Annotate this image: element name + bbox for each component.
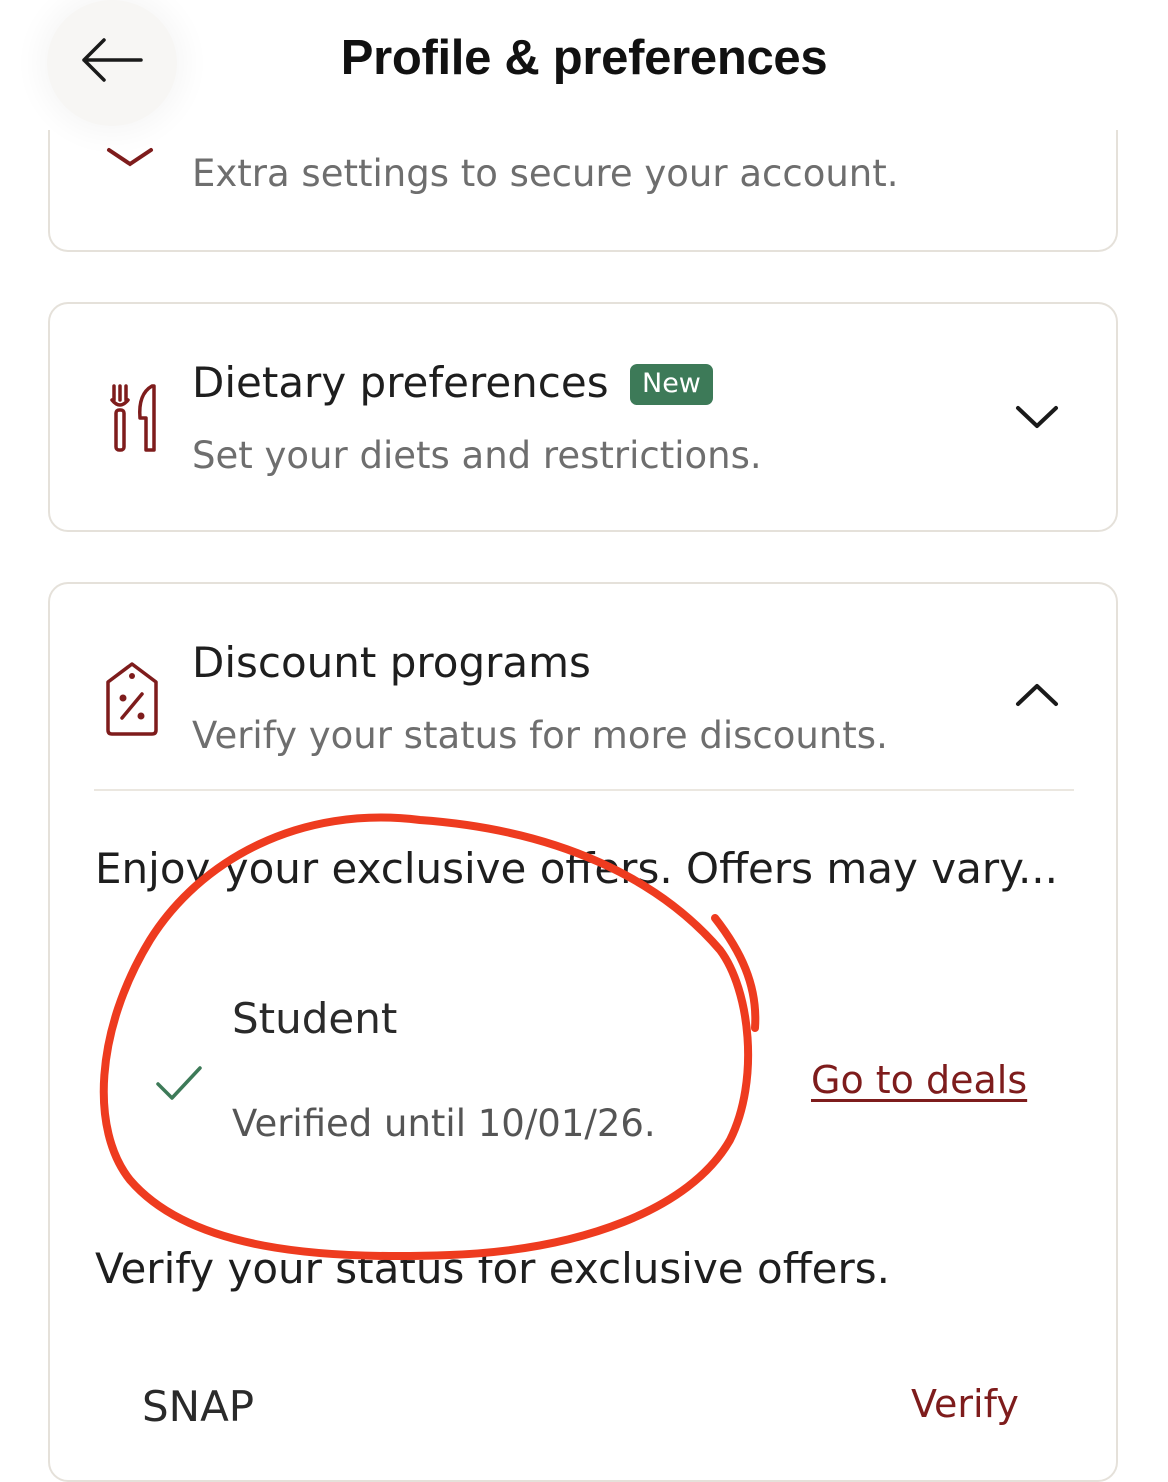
dietary-preferences-card[interactable]: Dietary preferences New Set your diets a… [48, 302, 1118, 532]
utensils-icon [110, 384, 156, 452]
go-to-deals-link[interactable]: Go to deals [811, 1058, 1027, 1102]
student-title: Student [232, 994, 398, 1043]
page-title: Profile & preferences [340, 31, 828, 85]
exclusive-offers-text: Enjoy your exclusive offers. Offers may … [95, 844, 1059, 893]
discount-tag-icon [106, 662, 158, 736]
dietary-title: Dietary preferences [192, 358, 609, 407]
student-status: Verified until 10/01/26. [232, 1102, 656, 1145]
chevron-down-icon[interactable] [1014, 404, 1060, 432]
divider [94, 789, 1074, 791]
verify-prompt: Verify your status for exclusive offers. [95, 1244, 890, 1293]
security-subtitle: Extra settings to secure your account. [192, 152, 899, 195]
new-badge: New [630, 364, 713, 405]
verify-link[interactable]: Verify [911, 1382, 1019, 1426]
app-header: Profile & preferences [0, 0, 1168, 130]
dietary-subtitle: Set your diets and restrictions. [192, 434, 762, 477]
check-icon [156, 1066, 202, 1100]
chevron-up-icon[interactable] [1014, 680, 1060, 708]
discount-subtitle: Verify your status for more discounts. [192, 714, 888, 757]
discount-programs-card: Discount programs Verify your status for… [48, 582, 1118, 1482]
chevron-down-icon [107, 148, 153, 167]
discount-title: Discount programs [192, 638, 591, 687]
